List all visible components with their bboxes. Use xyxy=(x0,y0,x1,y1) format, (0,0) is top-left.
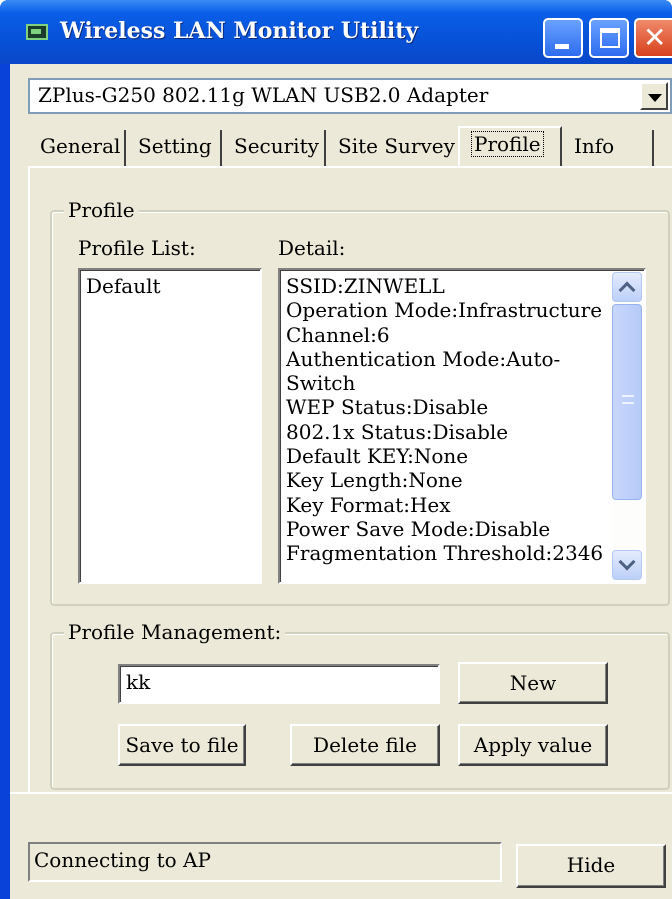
detail-line: Key Length:None xyxy=(286,468,463,493)
profile-list[interactable]: Default xyxy=(78,268,262,584)
profile-management-group: Profile Management: kk New Save to file … xyxy=(50,620,670,790)
detail-line: Channel:6 xyxy=(286,322,390,347)
profile-name-value: kk xyxy=(126,670,151,694)
tab-security-label: Security xyxy=(234,134,319,158)
detail-line: Key Format:Hex xyxy=(286,492,451,517)
maximize-button[interactable] xyxy=(589,18,629,58)
detail-line: Switch xyxy=(286,371,356,396)
save-to-file-button[interactable]: Save to file xyxy=(118,724,246,766)
chevron-down-icon[interactable] xyxy=(640,82,668,110)
detail-label: Detail: xyxy=(278,236,346,260)
wlan-adapter-icon xyxy=(26,24,48,40)
tab-security[interactable]: Security xyxy=(222,130,326,168)
tab-profile-label: Profile xyxy=(471,131,544,157)
tab-info-label: Info xyxy=(574,134,615,158)
title-bar[interactable]: Wireless LAN Monitor Utility ✕ xyxy=(0,0,672,64)
chevron-down-icon xyxy=(618,553,636,571)
profile-management-label: Profile Management: xyxy=(64,620,286,644)
minimize-button[interactable] xyxy=(543,18,583,58)
detail-lines: SSID:ZINWELL Operation Mode:Infrastructu… xyxy=(286,274,603,566)
detail-line: SSID:ZINWELL xyxy=(286,274,445,298)
tab-setting-label: Setting xyxy=(138,134,212,158)
profile-list-item[interactable]: Default xyxy=(86,274,161,298)
tab-general-label: General xyxy=(40,134,121,158)
minimize-icon xyxy=(555,44,569,49)
detail-line: WEP Status:Disable xyxy=(286,395,489,420)
adapter-select-value: ZPlus-G250 802.11g WLAN USB2.0 Adapter xyxy=(38,83,489,107)
chevron-up-icon xyxy=(618,281,636,299)
window-title: Wireless LAN Monitor Utility xyxy=(60,18,419,44)
tab-profile[interactable]: Profile xyxy=(458,126,562,168)
tab-site-survey[interactable]: Site Survey xyxy=(326,130,458,168)
detail-line: Power Save Mode:Disable xyxy=(286,516,551,541)
close-icon: ✕ xyxy=(643,21,667,54)
hide-button[interactable]: Hide xyxy=(516,844,666,888)
detail-scrollbar[interactable] xyxy=(612,272,642,580)
delete-file-button[interactable]: Delete file xyxy=(290,724,440,766)
scroll-up-button[interactable] xyxy=(612,272,642,302)
maximize-icon xyxy=(600,28,620,48)
status-text: Connecting to AP xyxy=(34,848,211,872)
profile-group: Profile Profile List: Detail: Default SS… xyxy=(50,198,670,606)
close-button[interactable]: ✕ xyxy=(634,18,672,58)
scroll-down-button[interactable] xyxy=(612,550,642,580)
detail-line: Authentication Mode:Auto- xyxy=(286,346,561,371)
adapter-select[interactable]: ZPlus-G250 802.11g WLAN USB2.0 Adapter xyxy=(28,78,672,114)
grip-icon xyxy=(622,395,634,404)
scroll-thumb[interactable] xyxy=(612,304,642,500)
detail-line: Fragmentation Threshold:2346 xyxy=(286,541,604,566)
tab-setting[interactable]: Setting xyxy=(126,130,222,168)
profile-list-label: Profile List: xyxy=(78,236,196,260)
profile-name-input[interactable]: kk xyxy=(118,664,440,704)
status-bar: Connecting to AP xyxy=(28,842,502,882)
detail-line: 802.1x Status:Disable xyxy=(286,419,509,444)
window-client-area: ZPlus-G250 802.11g WLAN USB2.0 Adapter G… xyxy=(10,64,672,899)
new-button[interactable]: New xyxy=(458,662,608,704)
tab-info[interactable]: Info xyxy=(562,130,654,168)
profile-detail-box[interactable]: SSID:ZINWELL Operation Mode:Infrastructu… xyxy=(278,268,646,584)
tab-site-survey-label: Site Survey xyxy=(338,134,455,158)
apply-value-button[interactable]: Apply value xyxy=(458,724,608,766)
tab-strip: General Setting Security Site Survey Pro… xyxy=(28,126,672,168)
detail-line: Operation Mode:Infrastructure xyxy=(286,298,603,323)
divider xyxy=(10,792,672,794)
profile-group-label: Profile xyxy=(64,198,139,222)
detail-line: Default KEY:None xyxy=(286,444,469,469)
profile-tab-panel: Profile Profile List: Detail: Default SS… xyxy=(28,166,672,794)
app-window: Wireless LAN Monitor Utility ✕ ZPlus-G25… xyxy=(0,0,672,899)
tab-general[interactable]: General xyxy=(28,130,126,168)
